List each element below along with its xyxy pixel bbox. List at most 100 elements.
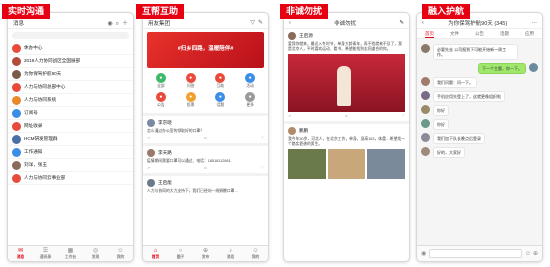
message-bubble[interactable]: 必要先去 公司报到下可能开始新一周工作。 bbox=[433, 44, 518, 60]
more-icon[interactable]: ⋯ bbox=[532, 20, 538, 26]
category-icon: ● bbox=[185, 92, 196, 102]
group-title: 为你保驾护航90天 (345) bbox=[448, 20, 508, 27]
category-item[interactable]: ● 话题 bbox=[206, 92, 236, 108]
category-item[interactable]: ● 公告 bbox=[146, 92, 176, 108]
like-icon[interactable]: ♡ bbox=[261, 166, 264, 170]
category-item[interactable]: ● 更多 bbox=[235, 92, 265, 108]
avatar bbox=[421, 147, 430, 156]
list-item[interactable]: HCM研发管理群 bbox=[8, 133, 133, 146]
comment-icon[interactable]: ▭ bbox=[204, 136, 207, 140]
share-icon[interactable]: ↗ bbox=[288, 114, 291, 118]
back-icon[interactable]: ‹ bbox=[422, 20, 424, 26]
filter-icon[interactable]: ▽ bbox=[250, 20, 255, 26]
edit-icon[interactable]: ✎ bbox=[258, 20, 263, 26]
message-bubble[interactable]: 手机应用先登上了，这就更像组织啦 bbox=[433, 91, 505, 102]
nav-item-messages[interactable]: ♪ 消息 bbox=[218, 246, 243, 261]
search-icon[interactable]: ⌕ bbox=[116, 21, 119, 27]
nav-item-workbench[interactable]: ▦ 工作台 bbox=[58, 246, 83, 261]
post-photo[interactable] bbox=[288, 54, 405, 112]
nav-item-me[interactable]: ☺ 我的 bbox=[108, 246, 133, 261]
back-icon[interactable]: ‹ bbox=[289, 20, 291, 26]
feed-post[interactable]: 王启能 人力与协同的大力支持下，我们已经向一线捐赠口罩… bbox=[143, 173, 268, 197]
tab-home[interactable]: 首页 bbox=[425, 29, 434, 38]
nav-item-me[interactable]: ☺ 我的 bbox=[243, 246, 268, 261]
category-label: 问答 bbox=[186, 84, 195, 88]
community-screen: 用友集团 ▽ ✎ #归乡四路，温暖陪伴# ● 全部 ● 问答 ● 互助 ● 活动 ● 公告 … bbox=[142, 12, 269, 262]
like-icon[interactable]: ♡ bbox=[261, 136, 264, 140]
category-item[interactable]: ● 投票 bbox=[176, 92, 206, 108]
circle-icon: ○ bbox=[178, 248, 183, 254]
photo[interactable] bbox=[327, 149, 366, 179]
message-input[interactable] bbox=[429, 249, 522, 258]
nav-item-contacts[interactable]: ☰ 通讯录 bbox=[33, 246, 58, 261]
message-bubble[interactable]: 好的，大家好 bbox=[433, 147, 465, 158]
comment-icon[interactable]: ▭ bbox=[204, 166, 207, 170]
category-label: 互助 bbox=[216, 84, 225, 88]
message-bubble[interactable]: 我们问题：问一下。 bbox=[433, 77, 477, 88]
nav-label: 消息 bbox=[226, 255, 235, 259]
avatar bbox=[147, 149, 155, 157]
message: 你好 bbox=[421, 119, 538, 130]
feed-post[interactable]: 李天路 疫情期间需要口罩可以通过、电话：18518112861 ↗ ▭ ♡ bbox=[143, 143, 268, 173]
list-item[interactable]: 休办中心 bbox=[8, 42, 133, 55]
message-bubble[interactable]: 你好 bbox=[433, 119, 449, 130]
feed-post[interactable]: 鹏鹏 我今年30岁，河北人，在北京工作，单身，身高163，体重…希望找一个踏实靠… bbox=[284, 121, 409, 182]
list-item-title: 为你保驾护航90天 bbox=[24, 71, 62, 76]
nav-item-publish[interactable]: ⊕ 发布 bbox=[193, 246, 218, 261]
feed-post[interactable]: 王启源 爱我你就来，最近入冬时节，单身大龄青年，再不找就来不及了，我是北京人，平… bbox=[284, 29, 409, 121]
list-item[interactable]: 人力与协同系统 bbox=[8, 94, 133, 107]
list-item[interactable]: 刘洋，张玉 bbox=[8, 159, 133, 172]
voice-icon[interactable]: ◉ bbox=[421, 250, 426, 257]
photo[interactable] bbox=[367, 149, 406, 179]
list-item[interactable]: 2019人力协同战区全国展部 bbox=[8, 55, 133, 68]
nav-item-home[interactable]: ⌂ 首页 bbox=[143, 246, 168, 261]
category-label: 全部 bbox=[157, 84, 165, 88]
tab-notice[interactable]: 公告 bbox=[475, 29, 484, 38]
share-icon[interactable]: ↗ bbox=[147, 166, 150, 170]
emoji-icon[interactable]: ☺ bbox=[525, 251, 531, 257]
message-bubble[interactable]: 下一个主题，你一下。 bbox=[478, 63, 526, 74]
like-icon[interactable]: ♡ bbox=[402, 114, 405, 118]
share-icon[interactable]: ↗ bbox=[147, 136, 150, 140]
message-bubble[interactable]: 你好 bbox=[433, 105, 449, 116]
community-title[interactable]: 用友集团 bbox=[148, 19, 170, 27]
nav-label: 工作台 bbox=[64, 255, 77, 259]
bell-icon: ♪ bbox=[229, 248, 232, 254]
list-item[interactable]: 订阅号 bbox=[8, 107, 133, 120]
category-item[interactable]: ● 全部 bbox=[146, 73, 176, 89]
comment-icon[interactable]: ▭ bbox=[345, 114, 348, 118]
list-item[interactable]: 人力与协同总部中心 bbox=[8, 81, 133, 94]
list-item-title: 工作通知 bbox=[24, 149, 43, 154]
banner[interactable]: #归乡四路，温暖陪伴# bbox=[147, 32, 264, 68]
tab-topics[interactable]: 话题 bbox=[500, 29, 509, 38]
list-item[interactable]: 为你保驾护航90天 bbox=[8, 68, 133, 81]
add-icon[interactable]: ＋ bbox=[122, 21, 128, 27]
search-input[interactable] bbox=[12, 32, 129, 39]
nav-item-messages[interactable]: ✉ 消息 bbox=[8, 246, 33, 261]
panel-tag-chat: 实时沟通 bbox=[2, 4, 51, 19]
nav-label: 消息 bbox=[16, 255, 25, 259]
nav-item-circle[interactable]: ○ 圈子 bbox=[168, 246, 193, 261]
category-label: 活动 bbox=[246, 84, 254, 88]
person-figure bbox=[337, 66, 352, 106]
list-item[interactable]: 工作通知 bbox=[8, 146, 133, 159]
tab-files[interactable]: 文件 bbox=[450, 29, 459, 38]
tab-apps[interactable]: 应用 bbox=[525, 29, 534, 38]
post-author: 李天路 bbox=[158, 150, 172, 155]
nav-item-discover[interactable]: ◎ 发现 bbox=[83, 246, 108, 261]
plus-icon: ⊕ bbox=[202, 248, 209, 254]
feed-post[interactable]: 李京晓 怎么通过办公室的领取好的口罩？ ↗ ▭ ♡ bbox=[143, 113, 268, 143]
avatar bbox=[529, 63, 538, 72]
help-title: 非诚勿扰 bbox=[334, 20, 357, 27]
list-item[interactable]: 网址收录 bbox=[8, 120, 133, 133]
bottom-nav: ✉ 消息 ☰ 通讯录 ▦ 工作台 ◎ 发现 ☺ 我的 bbox=[8, 245, 133, 261]
message-bubble[interactable]: 我们加下队长晚点后登录 bbox=[433, 133, 485, 144]
category-item[interactable]: ● 互助 bbox=[206, 73, 236, 89]
edit-icon[interactable]: ✎ bbox=[399, 20, 404, 26]
add-icon[interactable]: ⊕ bbox=[533, 250, 538, 257]
list-item[interactable]: 人力与协同云事业部 bbox=[8, 172, 133, 185]
photo[interactable] bbox=[288, 149, 326, 179]
category-item[interactable]: ● 问答 bbox=[176, 73, 206, 89]
avatar-icon[interactable]: ◉ bbox=[107, 21, 112, 27]
category-item[interactable]: ● 活动 bbox=[235, 73, 265, 89]
